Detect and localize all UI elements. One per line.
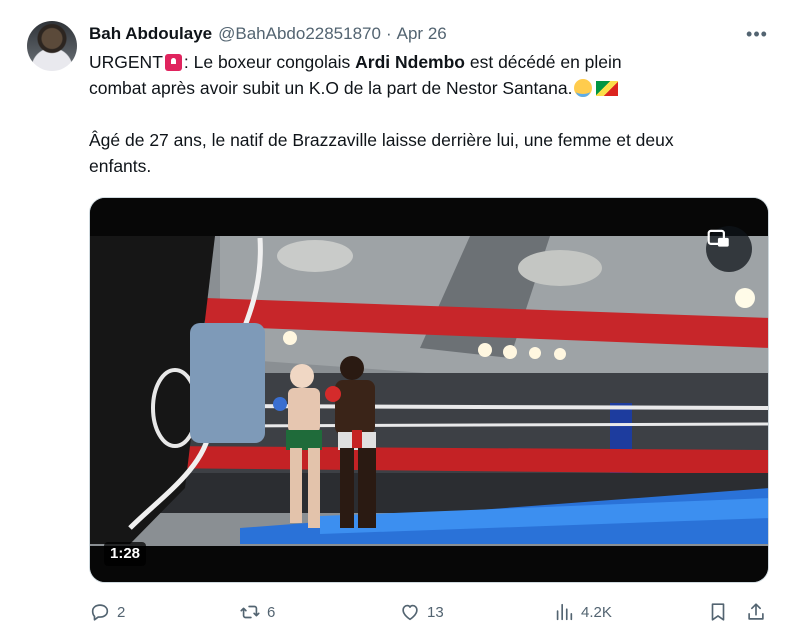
reply-button[interactable]: 2 bbox=[89, 598, 125, 626]
views-icon bbox=[556, 603, 573, 621]
share-icon bbox=[748, 603, 764, 620]
tweet-date[interactable]: Apr 26 bbox=[397, 24, 447, 44]
views-button[interactable]: 4.2K bbox=[553, 598, 612, 626]
heart-icon bbox=[402, 604, 418, 621]
separator-dot: · bbox=[385, 24, 392, 43]
reply-icon bbox=[91, 604, 109, 621]
views-count: 4.2K bbox=[581, 603, 612, 621]
like-count: 13 bbox=[427, 603, 444, 621]
loudly-crying-face-emoji bbox=[574, 79, 593, 97]
text-segment: est décédé en plein bbox=[465, 52, 622, 72]
rotating-light-emoji bbox=[164, 54, 182, 71]
like-button[interactable]: 13 bbox=[399, 598, 444, 626]
bookmark-icon bbox=[711, 603, 725, 621]
tweet-line-1: URGENT: Le boxeur congolais Ardi Ndembo … bbox=[89, 49, 769, 75]
share-button[interactable] bbox=[745, 598, 767, 626]
tweet-line-2: combat après avoir subit un K.O de la pa… bbox=[89, 75, 769, 101]
repost-icon bbox=[240, 605, 260, 619]
more-options-button[interactable]: ••• bbox=[745, 22, 769, 46]
video-player[interactable]: 1:28 bbox=[89, 197, 769, 583]
text-segment: combat après avoir subit un K.O de la pa… bbox=[89, 78, 573, 98]
congo-flag-emoji bbox=[596, 81, 619, 96]
author-name[interactable]: Bah Abdoulaye bbox=[89, 24, 212, 44]
video-duration: 1:28 bbox=[104, 542, 147, 566]
picture-in-picture-icon bbox=[707, 229, 729, 247]
text-segment: : Le boxeur congolais bbox=[183, 52, 356, 72]
tweet-actions: 2 6 13 4.2K bbox=[89, 598, 779, 626]
repost-count: 6 bbox=[267, 603, 276, 621]
more-horizontal-icon: ••• bbox=[746, 23, 768, 44]
author-handle[interactable]: @BahAbdo22851870 bbox=[218, 24, 381, 44]
tweet-line-3: Âgé de 27 ans, le natif de Brazzaville l… bbox=[89, 130, 674, 150]
tweet-header: Bah Abdoulaye @BahAbdo22851870 · Apr 26 bbox=[89, 22, 447, 46]
picture-in-picture-button[interactable] bbox=[706, 226, 752, 272]
tweet-line-4: enfants. bbox=[89, 156, 152, 176]
tweet: Bah Abdoulaye @BahAbdo22851870 · Apr 26 … bbox=[0, 0, 800, 640]
video-frame-boxing-ring bbox=[90, 198, 768, 582]
tweet-text: URGENT: Le boxeur congolais Ardi Ndembo … bbox=[89, 49, 769, 179]
bookmark-button[interactable] bbox=[707, 598, 729, 626]
urgent-label: URGENT bbox=[89, 52, 163, 72]
reply-count: 2 bbox=[117, 603, 126, 621]
repost-button[interactable]: 6 bbox=[239, 598, 275, 626]
boxer-name: Ardi Ndembo bbox=[355, 52, 465, 72]
avatar[interactable] bbox=[27, 21, 77, 71]
